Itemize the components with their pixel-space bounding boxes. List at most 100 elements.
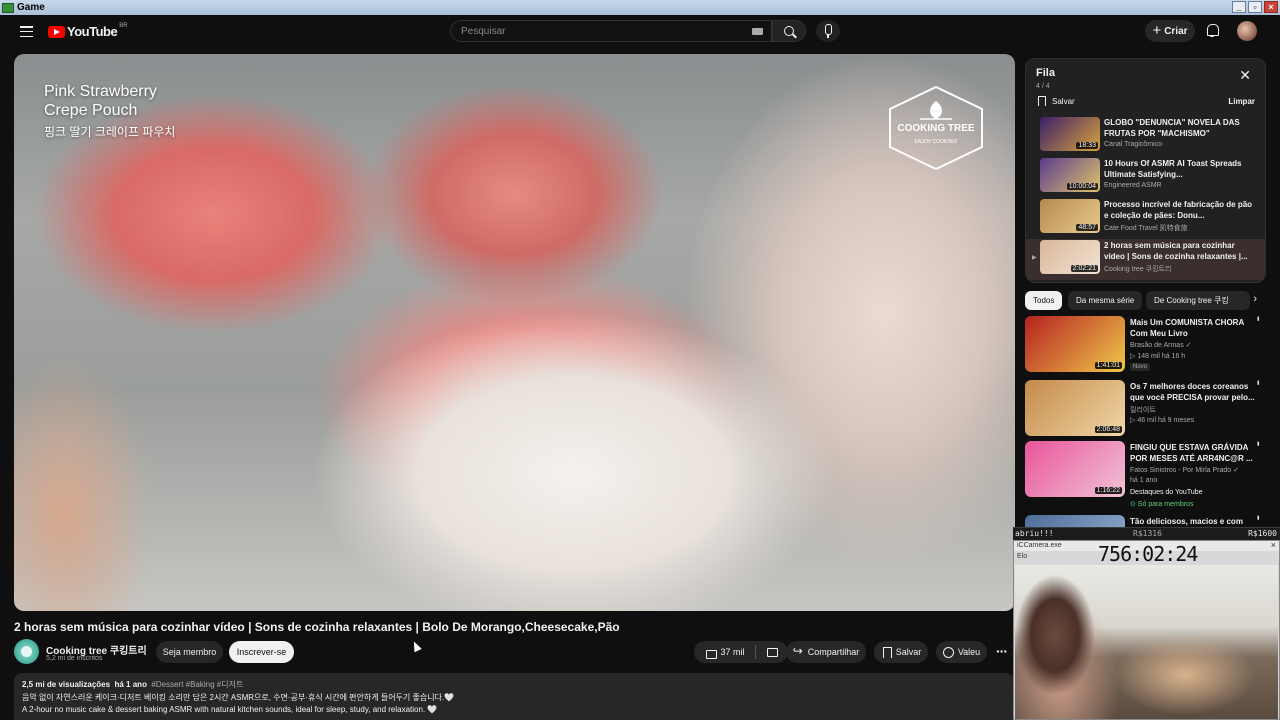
queue-item-title: 2 horas sem música para cozinhar vídeo |… [1104, 241, 1248, 261]
stream-goal-bar: abriu!!! R$1316 R$1600 [1013, 527, 1280, 540]
bookmark-icon [1038, 96, 1046, 106]
queue-save-button[interactable]: Salvar [1038, 96, 1075, 106]
more-vert-icon[interactable]: ··· [1252, 441, 1263, 445]
description-line-english: A 2-hour no music cake & dessert baking … [22, 705, 438, 714]
duration-badge: 1:41:01 [1094, 362, 1122, 369]
queue-item[interactable]: 10:00:04 10 Hours Of ASMR AI Toast Sprea… [1026, 157, 1265, 198]
keyboard-icon[interactable] [752, 28, 763, 35]
recommendation-channel: Fatos Sinistros - Por Mirla Prado ✓ [1130, 467, 1239, 474]
recommendation-thumbnail: 1:16:22 [1025, 441, 1125, 497]
notifications-icon[interactable] [1206, 24, 1219, 37]
recommendation-title: Tão deliciosos, macios e com [1130, 517, 1243, 526]
duration-badge: 2:06:48 [1094, 426, 1122, 433]
description-line-korean: 음악 없이 자연스러운 케이크·디저트 베이킹 소리만 담은 2시간 ASMR으… [22, 693, 455, 702]
more-vert-icon[interactable]: ··· [1252, 380, 1263, 384]
queue-save-label: Salvar [1052, 96, 1075, 106]
queue-header: Fila 4 / 4 Salvar Limpar ✕ [1026, 59, 1265, 117]
create-button[interactable]: + Criar [1145, 20, 1195, 42]
like-dislike-group: 37 mil [694, 641, 788, 663]
share-button[interactable]: Compartilhar [786, 641, 866, 663]
restore-icon[interactable]: ▫ [1248, 1, 1262, 13]
recommendation-meta: ▷ 46 mil há 9 meses [1130, 417, 1195, 424]
app-icon [2, 2, 14, 13]
youtube-play-icon [48, 25, 65, 38]
minimize-icon[interactable]: _ [1232, 1, 1246, 13]
description-box[interactable]: 2,5 mi de visualizações há 1 ano #Desser… [14, 673, 1014, 720]
recommendation-thumbnail [1025, 515, 1125, 527]
subscribe-button[interactable]: Inscrever-se [229, 641, 294, 663]
close-icon[interactable]: ✕ [1239, 67, 1251, 84]
search-input[interactable]: Pesquisar [450, 20, 772, 42]
goal-current: R$1316 [1133, 529, 1162, 538]
filter-chips: Todos Da mesma série De Cooking tree 쿠킹 … [1025, 291, 1265, 311]
search-button[interactable] [772, 20, 806, 42]
recommendation-thumbnail: 1:41:01 [1025, 316, 1125, 372]
save-label: Salvar [895, 647, 922, 657]
recommendation-item[interactable]: 1:41:01 Mais Um COMUNISTA CHORA Com Meu … [1025, 316, 1269, 378]
logo-brand-name: COOKING TREE [897, 123, 975, 134]
voice-search-icon[interactable] [816, 20, 840, 42]
recommendation-item[interactable]: 2:06:48 Os 7 melhores doces coreanos que… [1025, 380, 1269, 442]
queue-panel: Fila 4 / 4 Salvar Limpar ✕ 18:33 GLOBO "… [1025, 58, 1266, 283]
view-count: 2,5 mi de visualizações [22, 680, 111, 689]
queue-thumbnail: 10:00:04 [1040, 158, 1100, 192]
window-title-bar: Game _ ▫ × [0, 0, 1280, 15]
duration-badge: 1:16:22 [1094, 487, 1122, 494]
now-playing-icon: ▶ [1032, 255, 1037, 261]
like-count[interactable]: 37 mil [720, 647, 744, 657]
video-player[interactable]: Pink Strawberry Crepe Pouch 핑크 딸기 크레이프 파… [14, 54, 1015, 611]
chip-same-series[interactable]: Da mesma série [1068, 291, 1143, 310]
queue-item-title: GLOBO "DENUNCIA" NOVELA DAS FRUTAS POR "… [1104, 118, 1240, 138]
queue-item-channel: Canal Tragicômico [1104, 141, 1162, 148]
hashtags[interactable]: #Dessert #Baking #디저트 [151, 680, 243, 689]
queue-item-title: Processo incrível de fabricação de pão e… [1104, 200, 1253, 220]
youtube-logo[interactable]: YouTube BR [48, 23, 128, 39]
close-window-icon[interactable]: × [1264, 1, 1278, 13]
queue-item-current[interactable]: ▶ 2:02:21 2 horas sem música para cozinh… [1026, 239, 1265, 280]
recommendation-meta: há 1 ano [1130, 477, 1158, 484]
recommendation-item[interactable]: 1:16:22 FINGIU QUE ESTAVA GRÁVIDA POR ME… [1025, 441, 1269, 517]
dislike-icon[interactable] [766, 647, 778, 658]
queue-item-title: 10 Hours Of ASMR AI Toast Spreads Ultima… [1104, 159, 1242, 179]
queue-item[interactable]: 48:57 Processo incrível de fabricação de… [1026, 198, 1265, 239]
queue-thumbnail: 18:33 [1040, 117, 1100, 151]
highlight-badge: Destaques do YouTube [1130, 489, 1203, 496]
subscriber-count: 5,2 mi de inscritos [46, 655, 103, 662]
thanks-button[interactable]: Valeu [936, 641, 987, 663]
recommendation-item[interactable]: Tão deliciosos, macios e com ··· [1025, 515, 1269, 527]
webcam-window: iCCamera.exe × Elo 756:02:24 [1013, 540, 1280, 720]
like-icon[interactable] [705, 647, 718, 659]
more-actions-icon[interactable]: ··· [996, 643, 1008, 659]
chip-all[interactable]: Todos [1025, 291, 1063, 310]
queue-item-channel: Engineered ASMR [1104, 182, 1162, 189]
more-vert-icon[interactable]: ··· [1252, 316, 1263, 320]
join-button[interactable]: Seja membro [156, 641, 223, 663]
stream-label: abriu!!! [1015, 529, 1054, 538]
search-icon [784, 26, 794, 36]
account-avatar[interactable] [1237, 21, 1257, 41]
save-button[interactable]: Salvar [874, 641, 928, 663]
duration-badge: 10:00:04 [1066, 183, 1098, 190]
queue-item[interactable]: 18:33 GLOBO "DENUNCIA" NOVELA DAS FRUTAS… [1026, 116, 1265, 157]
chevron-right-icon[interactable]: › [1253, 293, 1257, 305]
stream-timer: 756:02:24 [1098, 542, 1198, 566]
thanks-icon [942, 646, 954, 658]
upload-age: há 1 ano [114, 680, 147, 689]
queue-list: 18:33 GLOBO "DENUNCIA" NOVELA DAS FRUTAS… [1026, 116, 1265, 280]
window-controls: _ ▫ × [1232, 1, 1278, 13]
save-icon [881, 646, 892, 658]
webcam-close-icon[interactable]: × [1271, 540, 1276, 550]
channel-avatar[interactable] [14, 639, 39, 664]
chip-from-channel[interactable]: De Cooking tree 쿠킹 [1146, 291, 1250, 310]
menu-icon[interactable] [20, 26, 33, 38]
plus-icon: + [1152, 22, 1162, 39]
duration-badge: 2:02:21 [1070, 265, 1098, 272]
webcam-menu[interactable]: Elo [1017, 553, 1027, 560]
overlay-title-line1: Pink Strawberry [44, 83, 157, 100]
video-title: 2 horas sem música para cozinhar vídeo |… [14, 620, 620, 634]
share-label: Compartilhar [807, 647, 860, 657]
more-vert-icon[interactable]: ··· [1252, 515, 1263, 519]
recommendation-title: Os 7 melhores doces coreanos que você PR… [1130, 382, 1255, 402]
queue-clear-button[interactable]: Limpar [1228, 97, 1255, 106]
recommendation-title: FINGIU QUE ESTAVA GRÁVIDA POR MESES ATÉ … [1130, 443, 1253, 463]
